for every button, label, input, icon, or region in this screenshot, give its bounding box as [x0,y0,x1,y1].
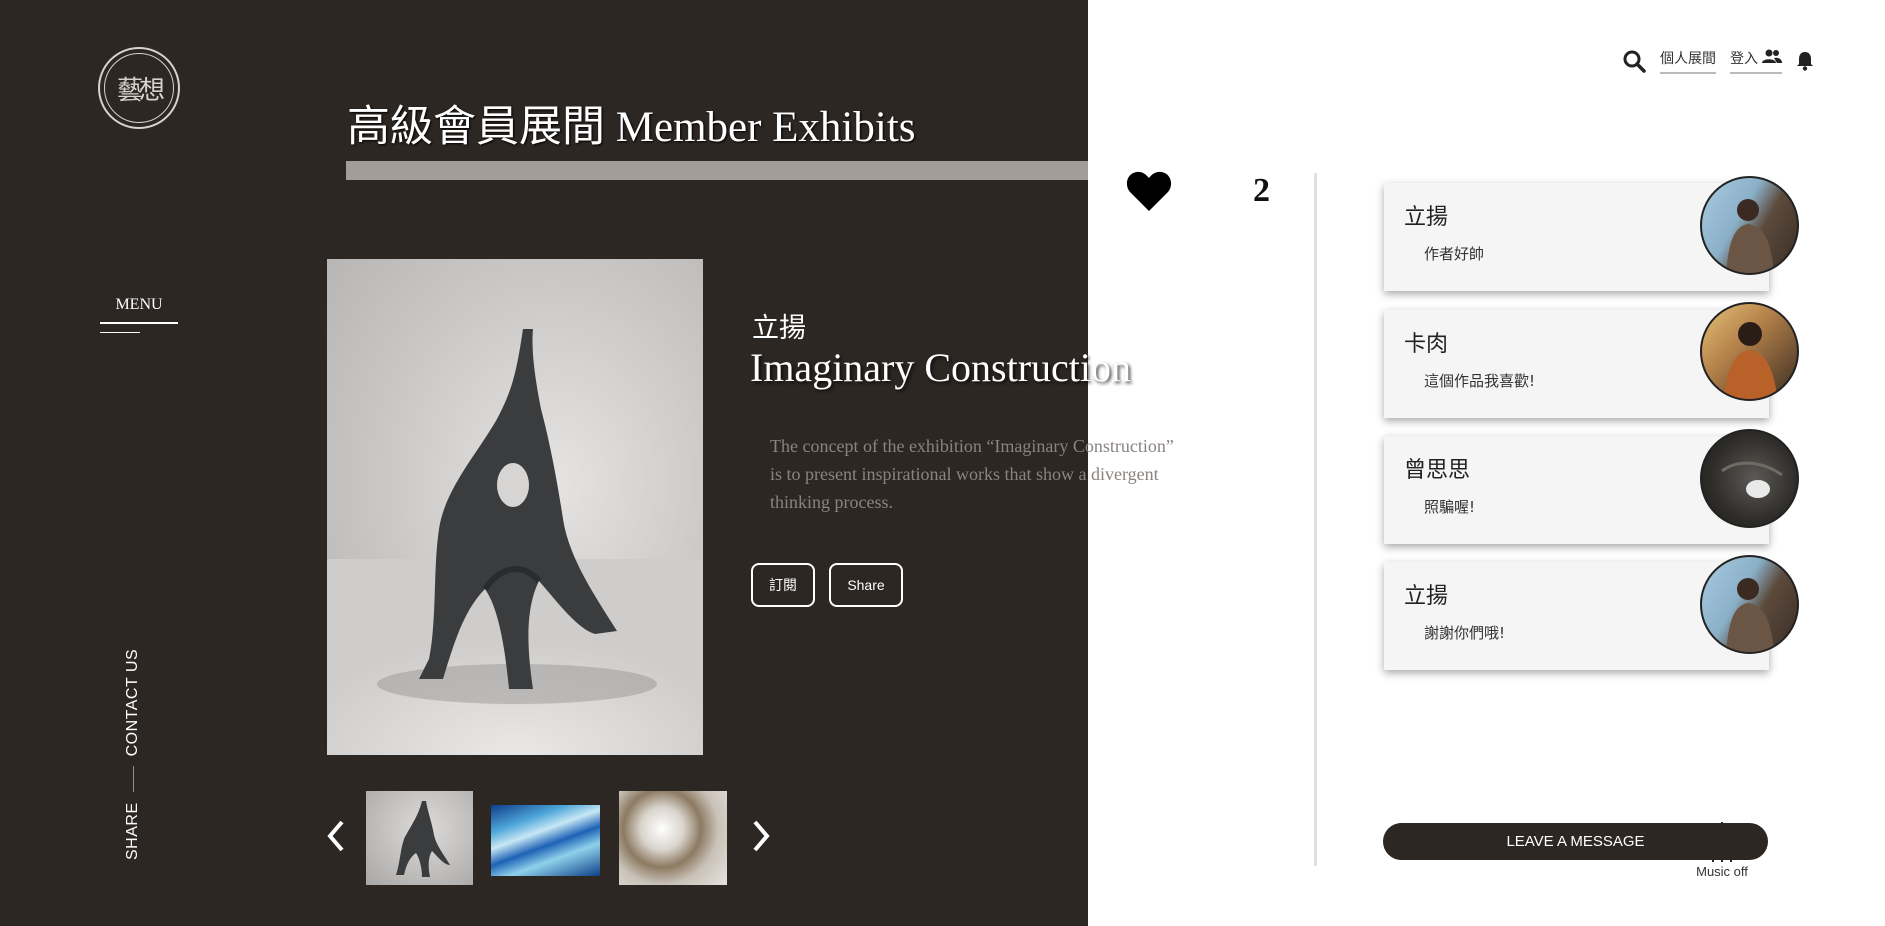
music-label: Music off [1696,864,1748,879]
share-link[interactable]: SHARE [124,802,142,860]
comment-text: 這個作品我喜歡! [1424,372,1536,390]
top-nav: 個人展間 登入 [1622,48,1814,74]
subscribe-button[interactable]: 訂閱 [751,563,815,607]
artwork-description: The concept of the exhibition “Imaginary… [770,436,1174,512]
avatar[interactable] [1700,176,1799,275]
login-link[interactable]: 登入 [1730,48,1783,74]
users-icon [1762,49,1783,67]
avatar[interactable] [1700,302,1799,401]
share-button[interactable]: Share [829,563,903,607]
thumbnail-wave[interactable] [619,791,727,885]
avatar[interactable] [1700,429,1799,528]
comment-text: 謝謝你們哦! [1424,624,1506,642]
vertical-links: SHARE CONTACT US [124,649,142,860]
login-label: 登入 [1730,51,1758,67]
artist-name: 立揚 [752,313,806,344]
music-toggle[interactable]: Music off [1690,820,1754,879]
panel-divider [1314,173,1317,866]
menu-line [100,322,178,324]
like-count: 2 [1253,172,1270,209]
link-separator [132,766,134,793]
search-icon[interactable] [1622,49,1646,73]
comment-author: 卡肉 [1404,332,1449,357]
logo-text: 藝想 [104,53,174,123]
personal-exhibit-link[interactable]: 個人展間 [1660,48,1716,74]
chevron-right-icon[interactable] [745,818,775,854]
bell-icon[interactable] [1796,51,1814,71]
music-bars-icon [1690,820,1754,862]
avatar[interactable] [1700,555,1799,654]
thumbnail-sculpture[interactable] [366,791,473,885]
thumbnail-blue-glass[interactable] [491,805,600,876]
comment-author: 立揚 [1404,205,1449,230]
comment-author: 立揚 [1404,584,1449,609]
chevron-left-icon[interactable] [322,818,352,854]
page-title: 高級會員展間 Member Exhibits [347,104,916,151]
comment-author: 曾思思 [1404,458,1471,483]
main-artwork-image [327,259,703,755]
comment-text: 照騙喔! [1424,498,1476,516]
menu-label: MENU [115,296,163,313]
contact-us-link[interactable]: CONTACT US [124,649,142,757]
menu-button[interactable]: MENU [100,296,178,333]
menu-line-short [100,332,140,333]
artwork-title: Imaginary Construction [750,345,1132,390]
comment-text: 作者好帥 [1424,245,1485,263]
logo[interactable]: 藝想 [98,47,180,129]
heart-icon[interactable] [1126,170,1172,217]
title-underline-bar [346,161,1088,180]
